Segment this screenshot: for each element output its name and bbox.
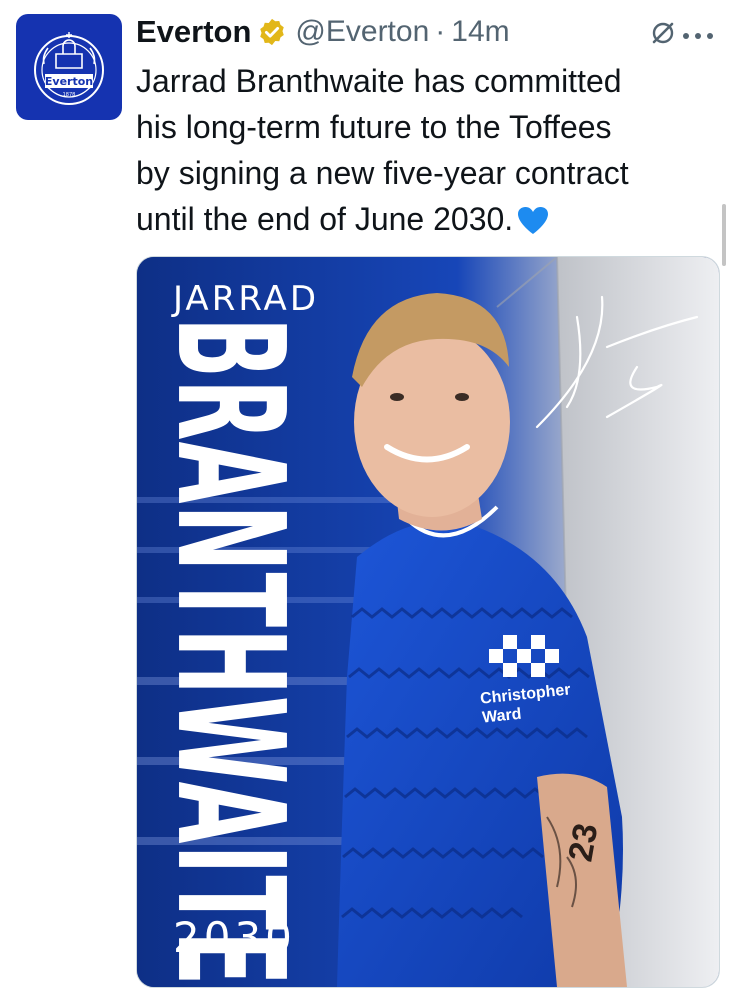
verified-badge-icon <box>257 17 287 47</box>
tweet-text: Jarrad Branthwaite has committed his lon… <box>136 58 716 248</box>
more-options-icon[interactable] <box>680 28 720 46</box>
scrollbar[interactable] <box>722 204 726 266</box>
handle[interactable]: @Everton <box>295 15 429 49</box>
everton-avatar[interactable]: Everton 1878 <box>16 14 122 120</box>
shirt-number: 23 <box>561 820 606 865</box>
tweet-header: Everton @Everton · 14m <box>136 10 726 54</box>
grok-icon[interactable] <box>650 20 676 51</box>
svg-text:Everton: Everton <box>45 75 93 88</box>
tweet-body: Jarrad Branthwaite has committed his lon… <box>136 63 629 237</box>
player-first-name: JARRAD <box>173 279 319 319</box>
display-name[interactable]: Everton <box>136 14 251 50</box>
timestamp[interactable]: 14m <box>451 15 509 49</box>
media-image[interactable]: JARRAD BRANTHWAITE 2030 Christopher Ward… <box>136 256 720 988</box>
player-surname: BRANTHWAITE <box>143 317 316 987</box>
separator-dot: · <box>435 15 446 48</box>
everton-crest-icon: Everton 1878 <box>34 32 104 105</box>
blue-heart-icon <box>517 202 549 248</box>
contract-year: 2030 <box>173 913 296 962</box>
